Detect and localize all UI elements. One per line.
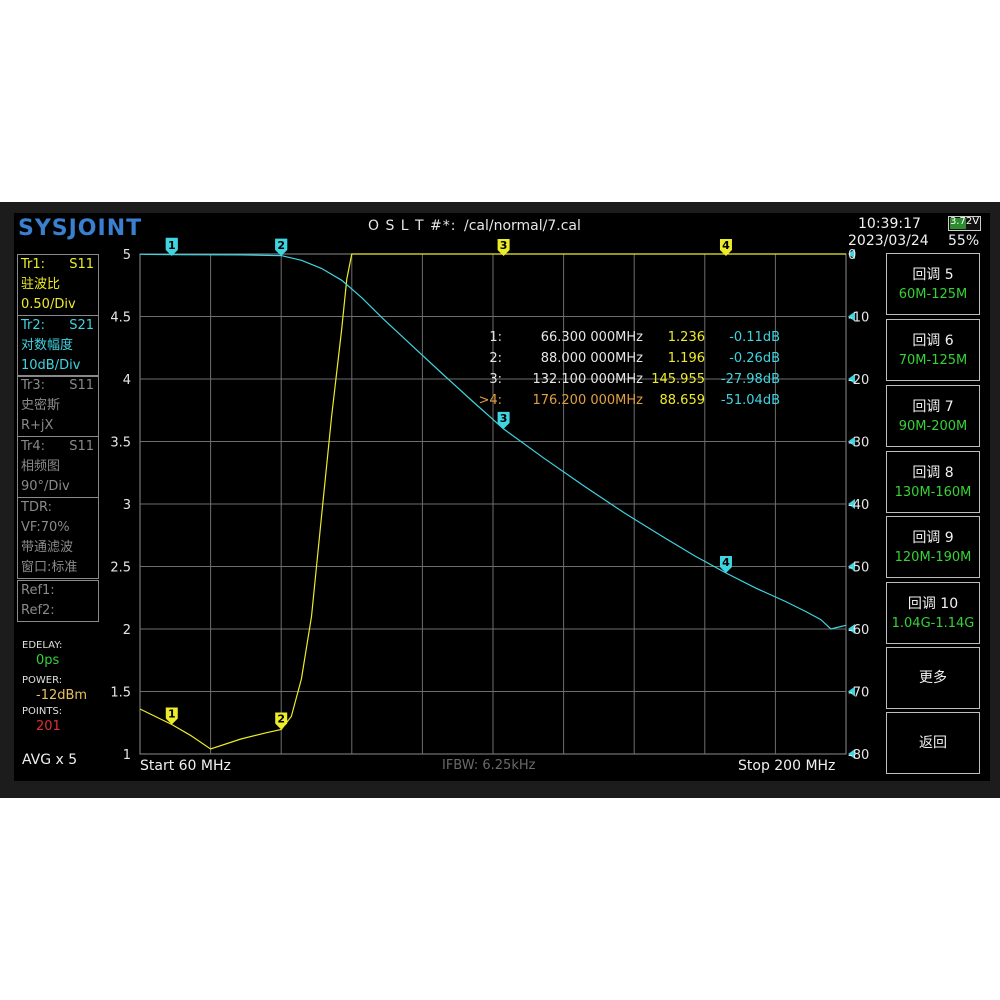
top-marker-2-number: 2 <box>277 239 285 252</box>
top-marker-3-number: 3 <box>500 239 508 252</box>
trace-marker-3-right[interactable]: 3 <box>497 411 510 429</box>
softkey-recall-8-range: 130M-160M <box>894 485 972 500</box>
marker-row-id: 3: <box>489 372 502 387</box>
softkey-recall-6-range: 70M-125M <box>898 353 968 368</box>
top-marker-1[interactable]: 1 <box>165 239 178 256</box>
stop-frequency[interactable]: Stop 200 MHz <box>738 758 835 774</box>
softkey-recall-5-title: 回调 5 <box>912 267 954 283</box>
left-axis-tick-label: 1.5 <box>110 686 131 701</box>
marker-row-frequency: 176.200 000MHz <box>532 393 643 408</box>
left-axis-tick-label: 1 <box>123 748 131 763</box>
right-axis-ticks: 0 -10 -20 -30 -40 -50 -60 -70 -80 <box>848 248 869 763</box>
top-marker-1-number: 1 <box>168 239 176 252</box>
softkey-more-label: 更多 <box>919 670 947 686</box>
softkey-recall-8[interactable]: 回调 8 130M-160M <box>886 451 980 513</box>
softkey-recall-6-title: 回调 6 <box>912 333 954 349</box>
marker-row-s21: -0.26dB <box>729 351 780 366</box>
marker-row-frequency: 66.300 000MHz <box>541 330 643 345</box>
softkey-recall-9-title: 回调 9 <box>912 530 954 546</box>
marker-row-frequency: 88.000 000MHz <box>541 351 643 366</box>
marker-row-id: 1: <box>489 330 502 345</box>
softkey-recall-6[interactable]: 回调 6 70M-125M <box>886 319 980 381</box>
left-axis-tick-label: 3.5 <box>110 436 131 451</box>
softkey-recall-9-range: 120M-190M <box>894 550 972 565</box>
marker-row-id: 2: <box>489 351 502 366</box>
right-axis-tick-label: -30 <box>848 436 869 451</box>
if-bandwidth[interactable]: IFBW: 6.25kHz <box>442 758 535 773</box>
right-axis-tick-label: -20 <box>848 373 869 388</box>
right-axis-tick-label: -50 <box>848 561 869 576</box>
marker-readout-table: 1: 66.300 000MHz 1.236 -0.11dB 2: 88.000 000M… <box>478 330 780 408</box>
softkey-recall-5-range: 60M-125M <box>898 287 968 302</box>
marker-row-s21: -0.11dB <box>729 330 780 345</box>
marker-row-vswr: 88.659 <box>660 393 706 408</box>
right-axis-tick-label: -60 <box>848 623 869 638</box>
trace-marker-1-left-number: 1 <box>168 708 176 721</box>
left-axis-tick-label: 2 <box>123 623 131 638</box>
left-axis-ticks: 5 4.5 4 3.5 3 2.5 2 1.5 1 <box>110 248 131 763</box>
marker-row-frequency: 132.100 000MHz <box>532 372 643 387</box>
left-axis-tick-label: 3 <box>123 498 131 513</box>
right-axis-tick-label: -80 <box>848 748 869 763</box>
plot-grid <box>139 253 847 755</box>
right-axis-tick-label: -70 <box>848 686 869 701</box>
softkey-recall-5[interactable]: 回调 5 60M-125M <box>886 253 980 315</box>
trace-marker-2-left[interactable]: 2 <box>275 712 288 730</box>
softkey-back-label: 返回 <box>919 735 947 751</box>
trace-markers[interactable]: 1212341234 <box>165 237 732 730</box>
marker-row-vswr: 145.955 <box>651 372 705 387</box>
softkey-recall-10[interactable]: 回调 10 1.04G-1.14G <box>886 582 980 644</box>
softkey-recall-10-range: 1.04G-1.14G <box>891 616 975 631</box>
marker-row-id: >4: <box>478 393 502 408</box>
left-axis-tick-label: 5 <box>123 248 131 263</box>
right-axis-tick-label: 0 <box>848 248 856 263</box>
softkey-recall-7-range: 90M-200M <box>898 419 968 434</box>
softkey-recall-7-title: 回调 7 <box>912 399 954 415</box>
marker-row-s21: -51.04dB <box>721 393 780 408</box>
left-axis-tick-label: 2.5 <box>110 561 131 576</box>
trace-marker-3-right-number: 3 <box>500 412 508 425</box>
right-axis-tick-label: -40 <box>848 498 869 513</box>
right-axis-tick-label: -10 <box>848 311 869 326</box>
top-marker-2[interactable]: 2 <box>275 239 288 256</box>
marker-row-vswr: 1.236 <box>668 330 705 345</box>
left-axis-tick-label: 4.5 <box>110 311 131 326</box>
softkey-more[interactable]: 更多 <box>886 647 980 709</box>
softkey-recall-10-title: 回调 10 <box>907 596 959 612</box>
trace-marker-4-right-number: 4 <box>722 556 730 569</box>
top-marker-4-number: 4 <box>722 239 730 252</box>
softkey-recall-9[interactable]: 回调 9 120M-190M <box>886 516 980 578</box>
marker-row-vswr: 1.196 <box>668 351 705 366</box>
trace-marker-2-left-number: 2 <box>277 713 285 726</box>
softkey-recall-8-title: 回调 8 <box>912 465 954 481</box>
measurement-plot[interactable]: 5 4.5 4 3.5 3 2.5 2 1.5 1 0 -10 -20 -30 -40 -50 -60 -70… <box>0 0 1000 1000</box>
softkey-back[interactable]: 返回 <box>886 712 980 774</box>
marker-row-s21: -27.98dB <box>721 372 780 387</box>
left-axis-tick-label: 4 <box>123 373 131 388</box>
start-frequency[interactable]: Start 60 MHz <box>140 758 231 774</box>
softkey-recall-7[interactable]: 回调 7 90M-200M <box>886 385 980 447</box>
